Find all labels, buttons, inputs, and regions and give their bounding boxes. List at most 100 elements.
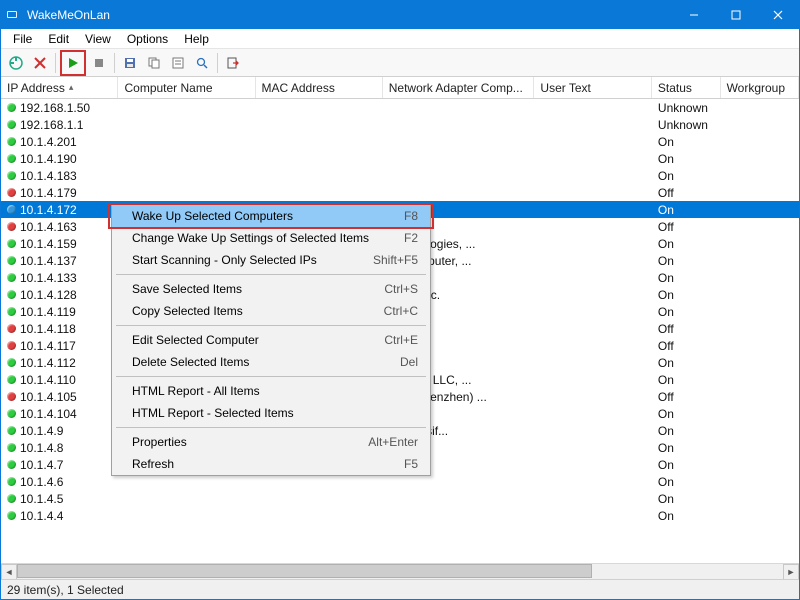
context-menu-shortcut: Ctrl+E [384, 333, 418, 347]
table-row[interactable]: 10.1.4.179Off [1, 184, 799, 201]
table-row[interactable]: 10.1.4.190 On [1, 150, 799, 167]
toolbar-properties-icon[interactable] [167, 52, 189, 74]
cell: On [652, 492, 721, 506]
status-dot-icon [7, 256, 16, 265]
toolbar-separator [55, 53, 56, 73]
app-window: WakeMeOnLan File Edit View Options Help … [0, 0, 800, 600]
column-header[interactable]: User Text [534, 77, 651, 98]
status-dot-icon [7, 409, 16, 418]
cell: On [652, 203, 721, 217]
context-menu-item[interactable]: Copy Selected ItemsCtrl+C [112, 300, 430, 322]
toolbar-play-icon[interactable] [62, 52, 84, 74]
status-dot-icon [7, 392, 16, 401]
ip-address-text: 10.1.4.163 [20, 220, 77, 234]
toolbar-delete-icon[interactable] [29, 52, 51, 74]
listview-header: IP Address▴Computer NameMAC AddressNetwo… [1, 77, 799, 99]
ip-address-text: 10.1.4.201 [20, 135, 77, 149]
cell: On [652, 356, 721, 370]
context-menu-shortcut: Ctrl+S [384, 282, 418, 296]
menu-file[interactable]: File [5, 30, 40, 48]
cell: On [652, 152, 721, 166]
status-dot-icon [7, 171, 16, 180]
status-dot-icon [7, 443, 16, 452]
context-menu-item[interactable]: RefreshF5 [112, 453, 430, 475]
toolbar-find-icon[interactable] [191, 52, 213, 74]
column-header[interactable]: Workgroup [721, 77, 799, 98]
cell: Off [652, 322, 721, 336]
toolbar-wake-icon[interactable] [5, 52, 27, 74]
table-row[interactable]: 192.168.1.1Unknown [1, 116, 799, 133]
minimize-button[interactable] [673, 1, 715, 29]
ip-address-text: 10.1.4.190 [20, 152, 77, 166]
cell: On [652, 424, 721, 438]
cell: On [652, 271, 721, 285]
context-menu-separator [116, 376, 426, 377]
context-menu-separator [116, 325, 426, 326]
menu-edit[interactable]: Edit [40, 30, 77, 48]
status-dot-icon [7, 341, 16, 350]
close-button[interactable] [757, 1, 799, 29]
context-menu-item[interactable]: HTML Report - All Items [112, 380, 430, 402]
status-dot-icon [7, 375, 16, 384]
cell-ip: 10.1.4.172 [1, 203, 118, 217]
toolbar-copy-icon[interactable] [143, 52, 165, 74]
table-row[interactable]: 192.168.1.50Unknown [1, 99, 799, 116]
cell: On [652, 475, 721, 489]
column-header[interactable]: Status [652, 77, 721, 98]
horizontal-scrollbar[interactable]: ◄ ► [1, 563, 799, 579]
toolbar [1, 49, 799, 77]
table-row[interactable]: 10.1.4.5On [1, 490, 799, 507]
column-header[interactable]: IP Address▴ [1, 77, 118, 98]
context-menu-item[interactable]: Edit Selected ComputerCtrl+E [112, 329, 430, 351]
cell-ip: 10.1.4.104 [1, 407, 118, 421]
statusbar: 29 item(s), 1 Selected [1, 579, 799, 599]
window-title: WakeMeOnLan [23, 8, 673, 22]
status-dot-icon [7, 460, 16, 469]
table-row[interactable]: 10.1.4.4On [1, 507, 799, 524]
context-menu-item[interactable]: Delete Selected ItemsDel [112, 351, 430, 373]
cell: On [652, 135, 721, 149]
context-menu-shortcut: F5 [404, 457, 418, 471]
cell-ip: 10.1.4.112 [1, 356, 118, 370]
toolbar-stop-icon[interactable] [88, 52, 110, 74]
sort-asc-icon: ▴ [69, 82, 74, 93]
context-menu-shortcut: F2 [404, 231, 418, 245]
menu-options[interactable]: Options [119, 30, 176, 48]
statusbar-text: 29 item(s), 1 Selected [7, 583, 124, 597]
toolbar-exit-icon[interactable] [222, 52, 244, 74]
context-menu: Wake Up Selected ComputersF8Change Wake … [111, 204, 431, 476]
column-header[interactable]: Computer Name [118, 77, 255, 98]
cell-ip: 10.1.4.159 [1, 237, 118, 251]
context-menu-label: Wake Up Selected Computers [132, 209, 404, 223]
column-header[interactable]: MAC Address [256, 77, 383, 98]
menu-view[interactable]: View [77, 30, 119, 48]
cell-ip: 10.1.4.183 [1, 169, 118, 183]
context-menu-item[interactable]: Start Scanning - Only Selected IPsShift+… [112, 249, 430, 271]
menu-help[interactable]: Help [176, 30, 217, 48]
ip-address-text: 10.1.4.112 [20, 356, 76, 370]
scroll-thumb[interactable] [17, 564, 592, 578]
context-menu-item[interactable]: Change Wake Up Settings of Selected Item… [112, 227, 430, 249]
scroll-left-button[interactable]: ◄ [1, 564, 17, 580]
status-dot-icon [7, 154, 16, 163]
ip-address-text: 192.168.1.50 [20, 101, 90, 115]
table-row[interactable]: 10.1.4.183On [1, 167, 799, 184]
column-header[interactable]: Network Adapter Comp... [383, 77, 535, 98]
context-menu-item[interactable]: Save Selected ItemsCtrl+S [112, 278, 430, 300]
context-menu-item[interactable]: PropertiesAlt+Enter [112, 431, 430, 453]
toolbar-save-icon[interactable] [119, 52, 141, 74]
listview-body[interactable]: 192.168.1.50Unknown192.168.1.1Unknown10.… [1, 99, 799, 563]
context-menu-shortcut: Shift+F5 [373, 253, 418, 267]
context-menu-shortcut: Alt+Enter [368, 435, 418, 449]
cell: On [652, 407, 721, 421]
cell-ip: 10.1.4.190 [1, 152, 118, 166]
status-dot-icon [7, 324, 16, 333]
context-menu-item[interactable]: Wake Up Selected ComputersF8 [112, 205, 430, 227]
table-row[interactable]: 10.1.4.201 On [1, 133, 799, 150]
scroll-track[interactable] [17, 564, 783, 580]
context-menu-item[interactable]: HTML Report - Selected Items [112, 402, 430, 424]
cell-ip: 10.1.4.7 [1, 458, 118, 472]
maximize-button[interactable] [715, 1, 757, 29]
scroll-right-button[interactable]: ► [783, 564, 799, 580]
status-dot-icon [7, 290, 16, 299]
